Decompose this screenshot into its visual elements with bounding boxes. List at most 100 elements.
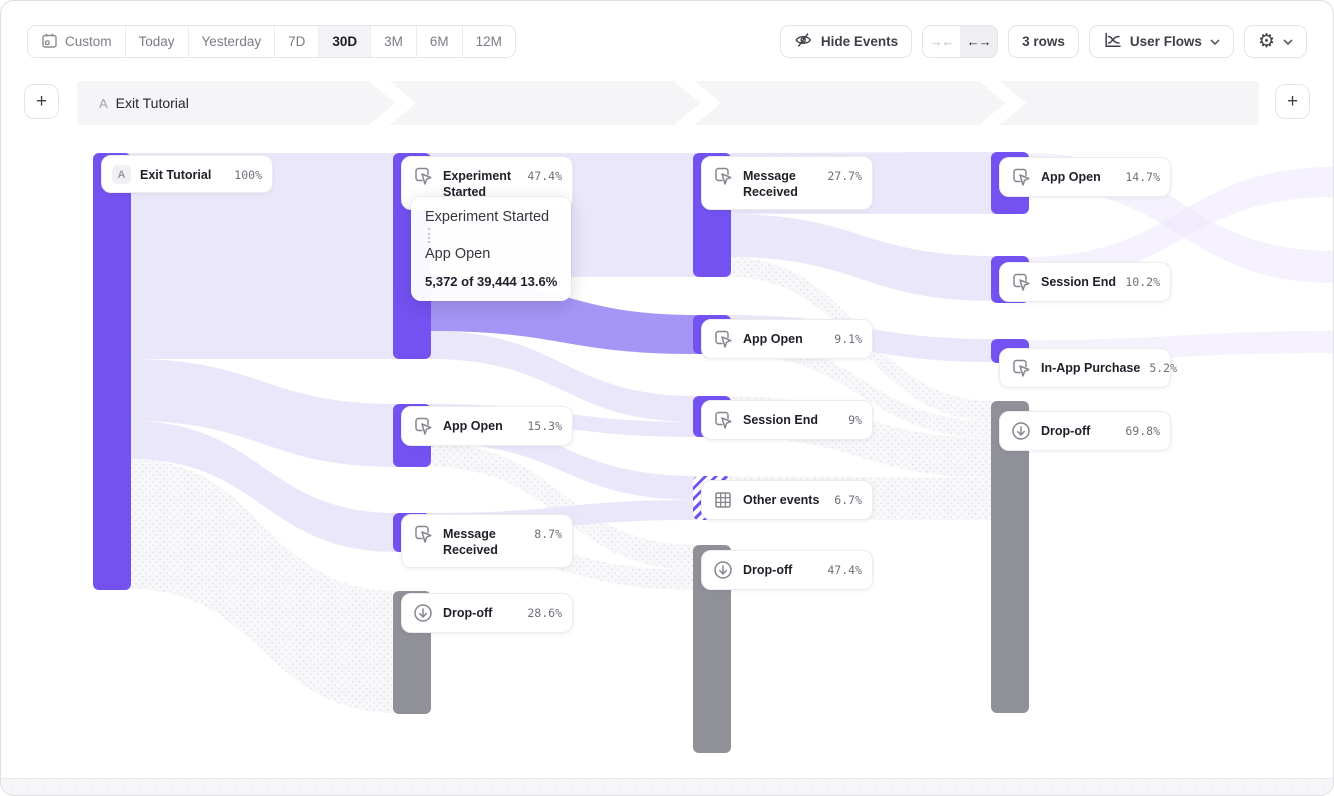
bottom-scroll-strip[interactable] [1, 778, 1333, 795]
date-range-label: 6M [430, 34, 449, 49]
date-range-30d[interactable]: 30D [319, 26, 371, 57]
eye-off-icon [794, 31, 813, 52]
tooltip-stat: 5,372 of 39,444 13.6% [425, 274, 557, 289]
node-percentage: 8.7% [534, 523, 562, 541]
node-card-drop-off[interactable]: Drop-off 28.6% [401, 593, 573, 633]
view-type-dropdown[interactable]: User Flows [1089, 25, 1234, 58]
calendar-icon [41, 32, 58, 52]
node-percentage: 100% [234, 164, 262, 182]
drop-off-icon [1010, 420, 1032, 442]
node-card-app-open[interactable]: App Open 9.1% [701, 319, 873, 359]
node-card-message-received[interactable]: Message Received 27.7% [701, 156, 873, 210]
event-icon [1010, 357, 1032, 379]
date-range-12m[interactable]: 12M [463, 26, 515, 57]
node-label: Message Received [743, 165, 818, 201]
node-bar-exit-tutorial[interactable] [93, 153, 131, 590]
user-flows-icon [1103, 32, 1122, 52]
date-range-today[interactable]: Today [126, 26, 189, 57]
node-card-message-received[interactable]: Message Received 8.7% [401, 514, 573, 568]
node-card-session-end[interactable]: Session End 9% [701, 400, 873, 440]
flow-link-tooltip: Experiment Started App Open 5,372 of 39,… [411, 197, 571, 301]
toolbar: Custom Today Yesterday 7D 30D 3M 6M 12M Hide Ev… [27, 25, 1307, 58]
date-range-6m[interactable]: 6M [417, 26, 463, 57]
settings-dropdown[interactable]: ⚙ [1244, 25, 1307, 58]
node-label: App Open [443, 415, 518, 434]
node-label: Drop-off [743, 559, 818, 578]
add-step-left-button[interactable]: + [24, 84, 59, 119]
event-icon [712, 165, 734, 187]
node-label: Session End [1041, 271, 1116, 290]
flow-ribbon[interactable] [727, 214, 995, 301]
tooltip-source-event: Experiment Started [425, 209, 557, 225]
node-card-exit-tutorial[interactable]: AExit Tutorial100% [101, 155, 273, 193]
hide-events-button[interactable]: Hide Events [780, 25, 912, 58]
node-label: Session End [743, 409, 839, 428]
date-range-label: Yesterday [202, 34, 262, 49]
node-card-in-app-purchase[interactable]: In-App Purchase5.2% [999, 348, 1171, 388]
node-percentage: 9% [848, 409, 862, 427]
node-percentage: 28.6% [527, 602, 562, 620]
node-percentage: 47.4% [527, 165, 562, 183]
date-range-label: Custom [65, 34, 112, 49]
event-icon [1010, 271, 1032, 293]
event-icon [412, 415, 434, 437]
tooltip-target-event: App Open [425, 246, 557, 262]
steps-bar: A Exit Tutorial [77, 81, 1259, 125]
node-label: Experiment Started [443, 165, 518, 201]
toolbar-right-group: Hide Events →← ←→ 3 rows User Flows ⚙ [780, 25, 1307, 58]
date-range-label: 7D [288, 34, 305, 49]
node-card-other-events[interactable]: Other events6.7% [701, 480, 873, 520]
step-exit-tutorial[interactable]: A Exit Tutorial [77, 81, 372, 125]
node-card-app-open[interactable]: App Open 15.3% [401, 406, 573, 446]
date-range-control: Custom Today Yesterday 7D 30D 3M 6M 12M [27, 25, 516, 58]
step-label: Exit Tutorial [116, 95, 189, 111]
other-events-icon [712, 489, 734, 511]
node-percentage: 6.7% [834, 489, 862, 507]
node-card-session-end[interactable]: Session End 10.2% [999, 262, 1171, 302]
drop-off-icon [412, 602, 434, 624]
add-step-right-button[interactable]: + [1275, 84, 1310, 119]
node-label: App Open [1041, 166, 1116, 185]
event-icon [412, 523, 434, 545]
node-label: Message Received [443, 523, 525, 559]
steps-row: + A Exit Tutorial + [1, 81, 1333, 125]
view-type-label: User Flows [1130, 34, 1202, 49]
chevron-down-icon [1210, 39, 1220, 45]
date-range-label: 3M [384, 34, 403, 49]
node-percentage: 9.1% [834, 328, 862, 346]
event-icon [712, 409, 734, 431]
date-range-7d[interactable]: 7D [275, 26, 319, 57]
expand-columns-button[interactable]: ←→ [960, 26, 997, 57]
node-label: App Open [743, 328, 825, 347]
date-range-label: 12M [476, 34, 502, 49]
node-percentage: 69.8% [1125, 420, 1160, 438]
node-percentage: 14.7% [1125, 166, 1160, 184]
step-badge: A [99, 96, 108, 111]
node-percentage: 27.7% [827, 165, 862, 183]
date-range-custom[interactable]: Custom [28, 26, 126, 57]
node-percentage: 15.3% [527, 415, 562, 433]
node-percentage: 5.2% [1149, 357, 1177, 375]
rows-count-button[interactable]: 3 rows [1008, 25, 1079, 58]
date-range-yesterday[interactable]: Yesterday [189, 26, 276, 57]
node-label: Drop-off [443, 602, 518, 621]
collapse-expand-control: →← ←→ [922, 25, 998, 58]
node-card-app-open[interactable]: App Open 14.7% [999, 157, 1171, 197]
node-badge: A [112, 165, 131, 184]
event-icon [1010, 166, 1032, 188]
node-card-drop-off[interactable]: Drop-off 69.8% [999, 411, 1171, 451]
gear-icon: ⚙ [1258, 32, 1275, 51]
node-label: In-App Purchase [1041, 357, 1140, 376]
node-percentage: 47.4% [827, 559, 862, 577]
hide-events-label: Hide Events [821, 34, 898, 49]
collapse-columns-button[interactable]: →← [923, 26, 960, 57]
node-label: Drop-off [1041, 420, 1116, 439]
drop-off-icon [712, 559, 734, 581]
date-range-3m[interactable]: 3M [371, 26, 417, 57]
node-percentage: 10.2% [1125, 271, 1160, 289]
date-range-label: 30D [332, 34, 357, 49]
node-card-drop-off[interactable]: Drop-off 47.4% [701, 550, 873, 590]
event-icon [412, 165, 434, 187]
chevron-down-icon [1283, 39, 1293, 45]
date-range-label: Today [139, 34, 175, 49]
